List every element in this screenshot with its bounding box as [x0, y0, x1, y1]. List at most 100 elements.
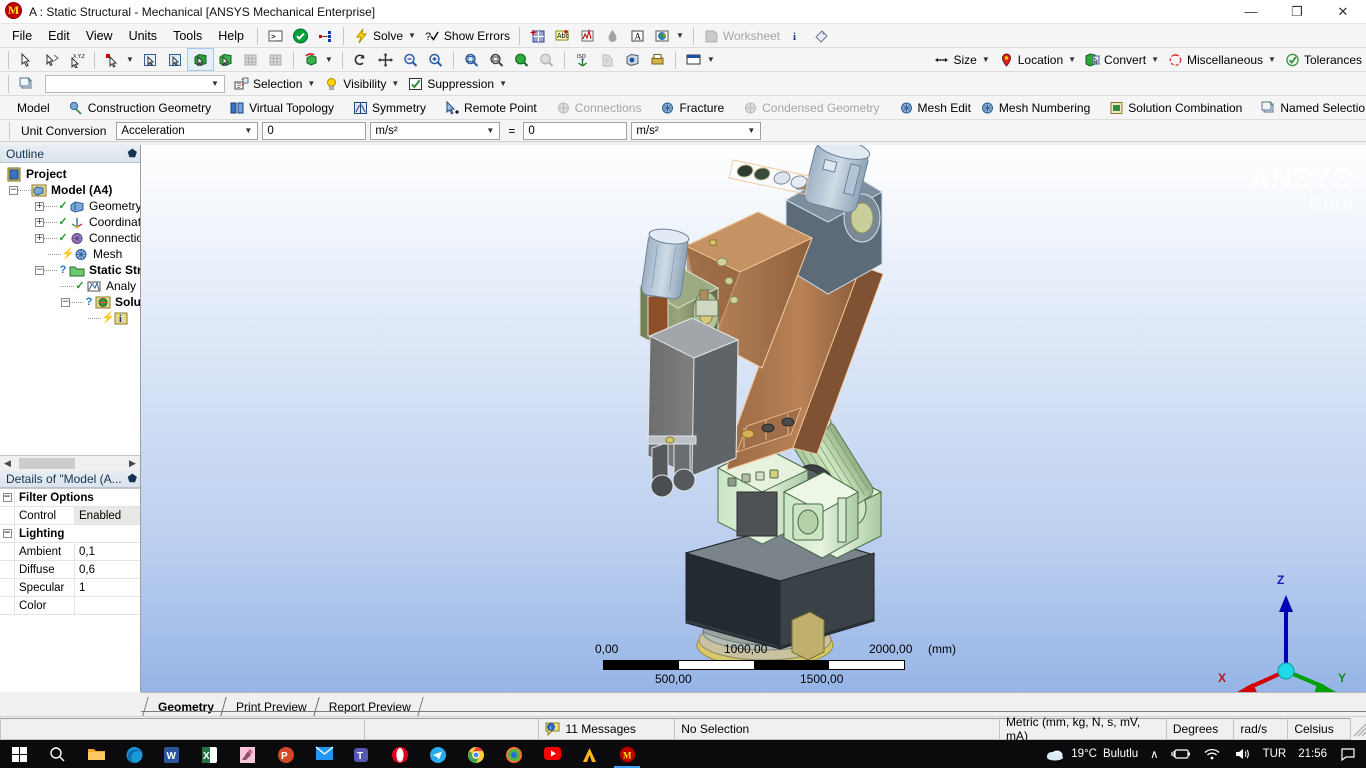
menu-tools[interactable]: Tools	[165, 26, 210, 46]
magnifier-button[interactable]	[509, 49, 534, 70]
convert-button[interactable]: Convert ▼	[1080, 49, 1163, 70]
set-view-button[interactable]: 9	[595, 49, 620, 70]
box-volume-select-button[interactable]	[163, 49, 188, 70]
chevron-down-icon[interactable]: ▼	[499, 79, 507, 88]
ansys-workbench-button[interactable]	[570, 740, 608, 768]
chevron-down-icon[interactable]: ▼	[483, 126, 497, 135]
suppression-button[interactable]: Suppression ▼	[403, 73, 511, 94]
solution-combination-button[interactable]: Solution Combination	[1104, 97, 1246, 118]
details-property-row[interactable]: Diffuse 0,6	[0, 561, 140, 579]
tree-expander-plus[interactable]: +	[35, 233, 44, 243]
notifications-button[interactable]	[1334, 740, 1362, 768]
tab-geometry[interactable]: Geometry	[145, 697, 223, 716]
tab-print-preview[interactable]: Print Preview	[223, 697, 316, 716]
chevron-down-icon[interactable]: ▼	[208, 79, 222, 88]
chevron-down-icon[interactable]: ▼	[126, 55, 134, 64]
tree-item-static-structural[interactable]: − ? Static Str	[0, 262, 140, 278]
opera-button[interactable]	[380, 740, 418, 768]
selection-button[interactable]: Selection ▼	[229, 73, 319, 94]
single-select-button[interactable]	[138, 49, 163, 70]
details-property-row[interactable]: Specular 1	[0, 579, 140, 597]
outline-horizontal-scrollbar[interactable]: ◀ ▶	[0, 455, 140, 471]
drop-button[interactable]	[600, 25, 625, 46]
new-chart-button[interactable]	[525, 25, 550, 46]
weather-widget[interactable]: 19°C Bulutlu	[1040, 740, 1143, 768]
virtual-topology-button[interactable]: Virtual Topology	[225, 97, 338, 118]
tree-expander-minus[interactable]: −	[35, 265, 44, 275]
chevron-down-icon[interactable]: ▼	[676, 31, 684, 40]
rotate-view-button[interactable]: ▼	[299, 49, 337, 70]
tree-expander-plus[interactable]: +	[35, 217, 44, 227]
named-selection-context-button[interactable]: Named Selectio	[1256, 97, 1366, 118]
details-section-row[interactable]: − Lighting	[0, 525, 140, 543]
tree-expander-plus[interactable]: +	[35, 201, 44, 211]
details-property-value[interactable]: 0,6	[75, 561, 140, 578]
connections-dots-button[interactable]	[313, 25, 338, 46]
details-property-value[interactable]	[75, 597, 140, 614]
graph-button[interactable]	[575, 25, 600, 46]
menu-edit[interactable]: Edit	[40, 26, 78, 46]
chevron-down-icon[interactable]: ▼	[241, 126, 255, 135]
teams-button[interactable]: T	[342, 740, 380, 768]
mesh-numbering-button[interactable]: Mesh Numbering	[975, 97, 1094, 118]
status-rotation-unit[interactable]: rad/s	[1233, 717, 1289, 740]
details-property-row[interactable]: Ambient 0,1	[0, 543, 140, 561]
console-button[interactable]: >_	[263, 25, 288, 46]
telegram-button[interactable]	[418, 740, 456, 768]
chrome-button[interactable]	[456, 740, 494, 768]
select-mode-button[interactable]	[14, 49, 39, 70]
outline-tree[interactable]: Project − Model (A4) + ✓ Geometry + ✓ Co…	[0, 163, 140, 455]
magnifier-off-button[interactable]	[534, 49, 559, 70]
orientation-triad[interactable]: Z X Y	[1218, 573, 1346, 695]
scrollbar-thumb[interactable]	[19, 457, 75, 469]
paint-button[interactable]	[228, 740, 266, 768]
pin-icon[interactable]: ⬟	[127, 147, 137, 160]
edge-button[interactable]	[114, 740, 152, 768]
menu-units[interactable]: Units	[121, 26, 165, 46]
menu-file[interactable]: File	[4, 26, 40, 46]
file-explorer-button[interactable]	[76, 740, 114, 768]
start-button[interactable]	[0, 740, 38, 768]
display-style-button[interactable]: ▼	[681, 49, 719, 70]
unit-output-unit-select[interactable]: m/s² ▼	[631, 121, 762, 140]
tree-expander-minus[interactable]: −	[2, 493, 12, 502]
node-select-button[interactable]	[263, 49, 288, 70]
tree-item-geometry[interactable]: + ✓ Geometry	[0, 198, 140, 214]
volume-button[interactable]	[1228, 740, 1256, 768]
close-button[interactable]: ✕	[1320, 0, 1366, 24]
unit-input-field[interactable]: 0	[262, 121, 367, 140]
chevron-down-icon[interactable]: ▼	[1068, 55, 1076, 64]
word-button[interactable]: W	[152, 740, 190, 768]
excel-button[interactable]: X	[190, 740, 228, 768]
fracture-button[interactable]: Fracture	[655, 97, 728, 118]
tray-expand-button[interactable]: ∧	[1145, 740, 1163, 768]
status-messages[interactable]: i 11 Messages	[538, 717, 676, 740]
tag-button[interactable]	[809, 25, 834, 46]
mesh-select-button[interactable]	[238, 49, 263, 70]
size-button[interactable]: Size ▼	[929, 49, 993, 70]
chevron-down-icon[interactable]: ▼	[325, 55, 333, 64]
pan-button[interactable]	[373, 49, 398, 70]
info-button[interactable]: i	[784, 25, 809, 46]
unit-quantity-select[interactable]: Acceleration ▼	[116, 121, 259, 140]
mesh-edit-button[interactable]: Mesh Edit	[894, 97, 975, 118]
pick-mode-button[interactable]: ▼	[100, 49, 138, 70]
youtube-button[interactable]	[532, 740, 570, 768]
model-button[interactable]: Model	[13, 97, 54, 118]
details-expander[interactable]: −	[0, 525, 15, 542]
remote-point-button[interactable]: Remote Point	[440, 97, 541, 118]
validate-button[interactable]	[288, 25, 313, 46]
tree-item-solution[interactable]: − ? Solu	[0, 294, 140, 310]
scroll-right-icon[interactable]: ▶	[125, 456, 140, 471]
mechanical-button[interactable]: M	[608, 740, 646, 768]
chevron-down-icon[interactable]: ▼	[744, 126, 758, 135]
zoom-to-fit-button[interactable]	[484, 49, 509, 70]
menu-help[interactable]: Help	[210, 26, 252, 46]
details-property-value[interactable]: 0,1	[75, 543, 140, 560]
solid-select-button[interactable]	[213, 49, 238, 70]
scrollbar-track[interactable]	[15, 455, 125, 471]
location-button[interactable]: Location ▼	[994, 49, 1080, 70]
powerpoint-button[interactable]: P	[266, 740, 304, 768]
menu-view[interactable]: View	[78, 26, 121, 46]
details-expander[interactable]: −	[0, 489, 15, 506]
